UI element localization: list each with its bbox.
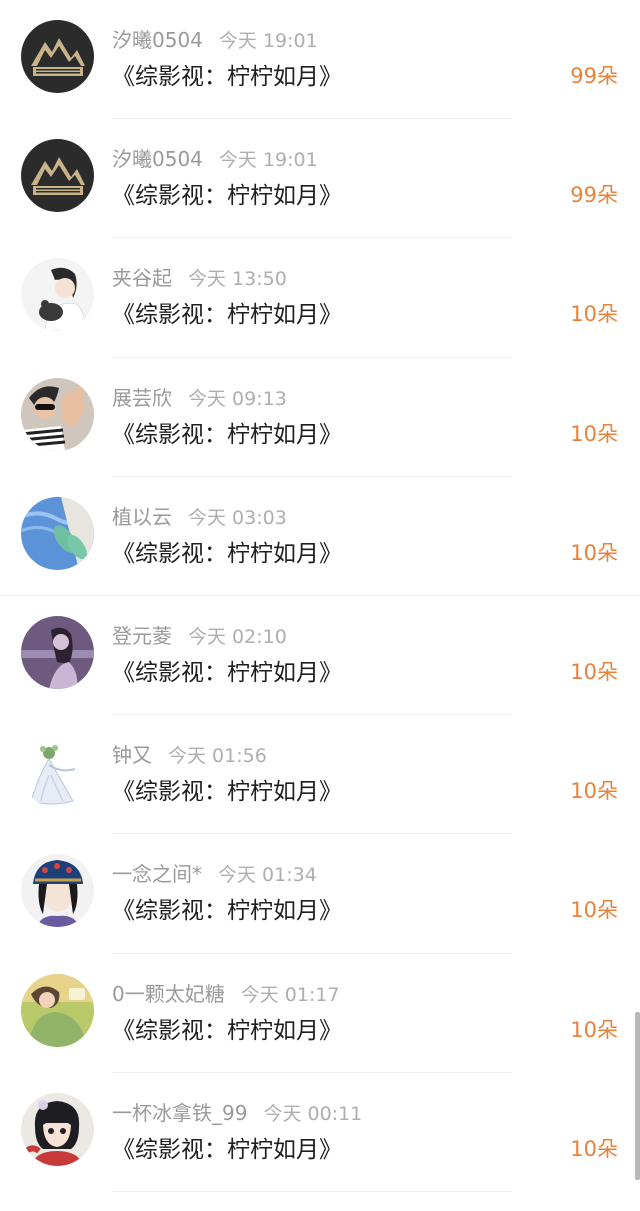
timestamp: 今天 03:03 [188,506,287,529]
sunglasses-person-avatar-icon [21,377,94,451]
user-avatar[interactable] [21,973,94,1047]
timestamp: 今天 00:11 [263,1102,363,1125]
fairy-illustration-avatar-icon [21,735,94,809]
list-item[interactable]: 植以云 今天 03:03 《综影视：柠柠如月》 10朵 [0,477,640,596]
timestamp: 今天 01:17 [240,983,340,1006]
scrollbar[interactable] [635,1012,640,1180]
item-meta: 汐曦0504 今天 19:01 [112,145,318,173]
list-item[interactable]: 汐曦0504 今天 19:01 《综影视：柠柠如月》 99朵 [0,0,640,120]
list-item[interactable]: 钟又 今天 01:56 《综影视：柠柠如月》 10朵 [0,715,640,835]
item-meta: 一杯冰拿铁_99 今天 00:11 [112,1099,362,1127]
username[interactable]: 夹谷起 [112,266,172,290]
timestamp: 今天 01:56 [168,745,267,768]
username[interactable]: 登元菱 [112,624,172,648]
user-avatar[interactable] [21,735,94,809]
gift-amount: 10朵 [570,1017,618,1042]
book-title: 《综影视：柠柠如月》 [112,660,342,686]
username[interactable]: 0一颗太妃糖 [112,982,225,1006]
username[interactable]: 展芸欣 [112,386,172,410]
book-title: 《综影视：柠柠如月》 [112,1017,342,1044]
list-item[interactable]: 一念之间* 今天 01:34 《综影视：柠柠如月》 10朵 [0,834,640,954]
book-title: 《综影视：柠柠如月》 [112,540,342,567]
divider [112,1190,512,1192]
user-avatar[interactable] [21,20,94,93]
list-item[interactable]: 一杯冰拿铁_99 今天 00:11 《综影视：柠柠如月》 10朵 [0,1073,640,1192]
timestamp: 今天 19:01 [218,149,318,172]
list-item[interactable]: 汐曦0504 今天 19:01 《综影视：柠柠如月》 99朵 [0,119,640,239]
qing-princess-avatar-icon [21,854,94,928]
book-title: 《综影视：柠柠如月》 [112,421,342,448]
timestamp: 今天 19:01 [218,30,318,52]
user-avatar[interactable] [21,854,94,928]
timestamp: 今天 13:50 [188,268,287,291]
pool-avatar-icon [21,496,94,570]
gift-amount: 99朵 [570,183,618,208]
item-meta: 钟又 今天 01:56 [112,741,267,769]
item-meta: 0一颗太妃糖 今天 01:17 [112,980,340,1008]
user-avatar[interactable] [21,616,94,689]
book-title: 《综影视：柠柠如月》 [112,302,342,329]
timestamp: 今天 01:34 [218,864,317,887]
book-title: 《综影视：柠柠如月》 [112,1136,342,1163]
book-title: 《综影视：柠柠如月》 [112,779,342,806]
item-meta: 植以云 今天 03:03 [112,503,287,531]
item-meta: 一念之间* 今天 01:34 [112,860,317,888]
green-illustration-avatar-icon [21,973,94,1047]
gift-amount: 10朵 [570,421,618,446]
girl-with-cat-avatar-icon [21,258,94,332]
book-title: 《综影视：柠柠如月》 [112,64,342,90]
gift-amount: 10朵 [570,540,618,565]
user-avatar[interactable] [21,1092,94,1166]
user-avatar[interactable] [21,496,94,570]
timestamp: 今天 09:13 [188,387,287,410]
item-meta: 展芸欣 今天 09:13 [112,384,287,412]
list-item[interactable]: 登元菱 今天 02:10 《综影视：柠柠如月》 10朵 [0,596,640,716]
list-item[interactable]: 展芸欣 今天 09:13 《综影视：柠柠如月》 10朵 [0,358,640,477]
gift-amount: 10朵 [570,1136,618,1161]
list-item[interactable]: 夹谷起 今天 13:50 《综影视：柠柠如月》 10朵 [0,238,640,358]
cartoon-girl-avatar-icon [21,1092,94,1166]
book-title: 《综影视：柠柠如月》 [112,183,342,210]
item-meta: 登元菱 今天 02:10 [112,622,287,650]
user-avatar[interactable] [21,139,94,213]
username[interactable]: 一念之间* [112,862,202,886]
purple-portrait-avatar-icon [21,616,94,689]
gift-amount: 10朵 [570,898,618,923]
book-title: 《综影视：柠柠如月》 [112,898,342,925]
gift-amount: 10朵 [570,302,618,327]
username[interactable]: 钟又 [112,743,152,767]
logo-avatar-icon [21,20,94,93]
gift-amount: 10朵 [570,660,618,684]
item-meta: 汐曦0504 今天 19:01 [112,26,318,54]
username[interactable]: 植以云 [112,505,172,529]
item-meta: 夹谷起 今天 13:50 [112,264,287,292]
username[interactable]: 一杯冰拿铁_99 [112,1101,247,1125]
user-avatar[interactable] [21,258,94,332]
list-item[interactable]: 0一颗太妃糖 今天 01:17 《综影视：柠柠如月》 10朵 [0,954,640,1073]
gift-amount: 99朵 [570,64,618,88]
gift-amount: 10朵 [570,779,618,804]
username[interactable]: 汐曦0504 [112,28,203,52]
timestamp: 今天 02:10 [188,626,287,648]
username[interactable]: 汐曦0504 [112,147,203,171]
user-avatar[interactable] [21,377,94,451]
gift-record-list: 汐曦0504 今天 19:01 《综影视：柠柠如月》 99朵 汐曦0504 今天 1… [0,0,640,1211]
logo-avatar-icon [21,139,94,213]
